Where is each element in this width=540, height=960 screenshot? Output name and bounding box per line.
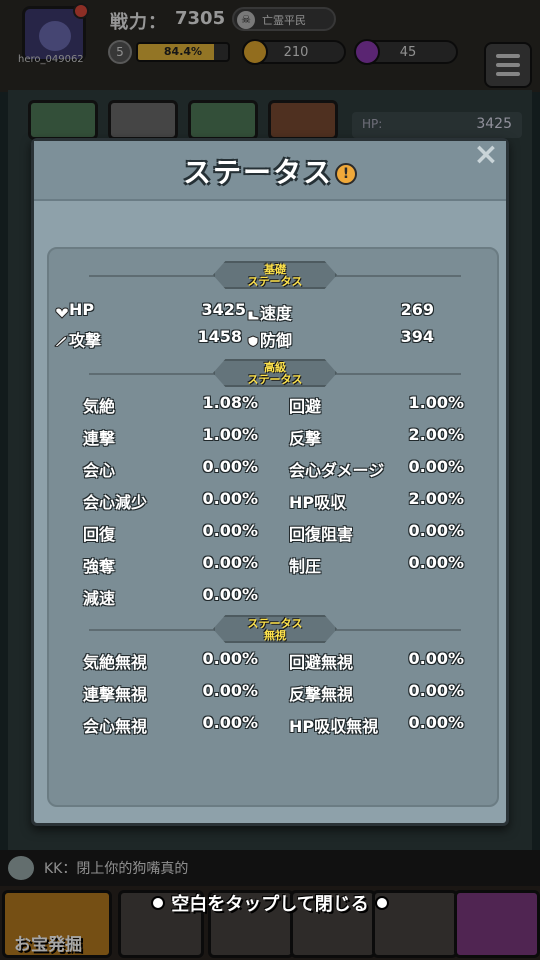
stat-label: 会心無視 [83,717,148,736]
stat-value: 0.00% [408,649,464,668]
stat-label: 回避無視 [289,653,354,672]
stat-label: 会心減少 [83,493,148,512]
stat-value: 1.00% [202,425,258,444]
stat-value: 0.00% [202,649,258,668]
stat-label: 速度 [260,304,293,323]
equip-slot[interactable] [108,100,178,140]
level-badge: 5 [108,40,132,64]
stat-value: 0.00% [408,713,464,732]
stat-value: 0.00% [202,489,258,508]
exp-text: 84.4% [163,45,203,58]
stat-label: 制圧 [289,557,322,576]
tap-to-close-hint[interactable]: 空白をタップして閉じる [0,890,540,916]
stat-label: 強奪 [83,557,116,576]
skull-icon [374,896,389,910]
stat-label: 気絶 [83,397,116,416]
rank-chip[interactable]: ☠ 亡霊平民 [232,7,336,31]
coin-value: 210 [283,45,309,60]
stat-value: 0.00% [202,585,258,604]
coin-counter[interactable]: 210 [242,39,346,65]
skull-icon [151,896,166,910]
skull-icon: ☠ [237,11,255,29]
stat-label: 会心ダメージ [289,461,385,480]
equip-slot[interactable] [188,100,258,140]
gem-counter[interactable]: 45 [354,39,458,65]
stat-label: 回復 [83,525,116,544]
stat-value: 1458 [197,327,242,346]
avatar-face [39,21,71,51]
stat-label: 気絶無視 [83,653,148,672]
stat-label: 減速 [83,589,116,608]
top-bar: hero_049062 戦力： 7305 ☠ 亡霊平民 5 84.4% 210 … [0,0,540,92]
section-banner-advanced: 高級 ステータス [213,359,337,387]
dialog-header: ステータス! × [34,140,506,201]
gem-value: 45 [399,45,417,60]
stat-value: 1.08% [202,393,258,412]
section-banner-ignore: ステータス 無視 [213,615,337,643]
stat-label: 回復阻害 [289,525,354,544]
section-banner-basic: 基礎 ステータス [213,261,337,289]
stat-label: 反撃無視 [289,685,354,704]
equip-slot[interactable] [28,100,98,140]
hp-summary-label: HP: [362,117,383,131]
stat-value: 2.00% [408,489,464,508]
stat-value: 2.00% [408,425,464,444]
hint-text: 空白をタップして閉じる [171,894,369,915]
stat-value: 0.00% [408,553,464,572]
close-icon[interactable]: × [472,140,500,170]
sword-icon [54,335,68,347]
stat-value: 0.00% [408,521,464,540]
info-icon[interactable]: ! [335,163,357,185]
stat-value: 394 [400,327,434,346]
stat-value: 0.00% [408,457,464,476]
stat-value: 269 [400,300,434,319]
boot-icon [247,310,260,321]
stat-value: 0.00% [202,713,258,732]
stat-value: 1.00% [408,393,464,412]
notification-badge-icon [73,3,89,19]
stat-label: 防御 [260,331,293,350]
hp-summary-value: 3425 [476,116,512,132]
rank-text: 亡霊平民 [262,14,306,27]
menu-icon [496,54,520,58]
chat-bubble-icon [8,856,34,880]
stat-value: 0.00% [202,553,258,572]
hp-summary: HP: 3425 [352,112,522,138]
chat-message: KK：閉上你的狗嘴真的 [44,861,189,877]
dialog-title-text: ステータス [182,156,333,189]
stat-value: 0.00% [202,681,258,700]
stat-label: 反撃 [289,429,322,448]
stat-label: 連撃無視 [83,685,148,704]
stat-value: 3425 [201,300,246,319]
status-dialog: ステータス! × 基礎 ステータス HP 3425 速度 269 攻撃 1458… [31,138,509,826]
stat-label: 会心 [83,461,116,480]
heart-icon [55,307,69,319]
stat-value: 0.00% [202,521,258,540]
player-id: hero_049062 [18,54,84,65]
stat-label: HP吸収 [289,493,347,512]
exp-bar: 84.4% [136,42,230,62]
stat-value: 0.00% [408,681,464,700]
power-label: 戦力： [110,12,167,33]
shield-icon [247,335,259,347]
stats-panel: 基礎 ステータス HP 3425 速度 269 攻撃 1458 防御 394 高… [47,247,499,807]
power-value: 7305 [175,8,226,29]
stat-label: HP吸収無視 [289,717,379,736]
stat-value: 0.00% [202,457,258,476]
dialog-title: ステータス! [34,151,506,191]
treasure-label: お宝発掘 [14,935,82,955]
chat-bar[interactable]: KK：閉上你的狗嘴真的 [0,850,540,886]
equip-slot[interactable] [268,100,338,140]
stat-label: HP [69,300,95,319]
stat-label: 攻撃 [69,331,102,350]
stat-label: 連撃 [83,429,116,448]
stat-label: 回避 [289,397,322,416]
menu-button[interactable] [484,42,532,88]
